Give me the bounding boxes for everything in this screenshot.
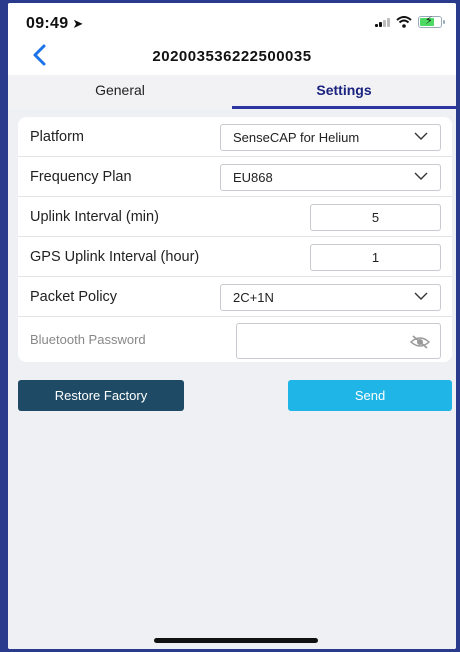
phone-screen: 09:49 ➤ ⚡ 202003536222500035 General Sett… bbox=[8, 3, 456, 649]
settings-form: Platform SenseCAP for Helium Frequency P… bbox=[18, 117, 452, 362]
packet-policy-label: Packet Policy bbox=[30, 289, 118, 305]
chevron-down-icon bbox=[414, 172, 428, 180]
packet-policy-select[interactable]: 2C+1N bbox=[220, 284, 441, 311]
wifi-icon bbox=[396, 16, 412, 28]
nav-bar: 202003536222500035 bbox=[8, 39, 456, 75]
bluetooth-password-input[interactable] bbox=[236, 323, 441, 359]
signal-icon bbox=[375, 17, 390, 27]
frequency-plan-row: Frequency Plan EU868 bbox=[18, 157, 452, 197]
bluetooth-password-row: Bluetooth Password bbox=[18, 317, 452, 362]
chevron-down-icon bbox=[414, 292, 428, 300]
gps-uplink-interval-label: GPS Uplink Interval (hour) bbox=[30, 249, 200, 265]
platform-label: Platform bbox=[30, 129, 84, 145]
page-title: 202003536222500035 bbox=[152, 48, 312, 65]
tab-general[interactable]: General bbox=[8, 75, 232, 109]
chevron-down-icon bbox=[414, 132, 428, 140]
location-arrow-icon: ➤ bbox=[72, 16, 84, 31]
platform-select[interactable]: SenseCAP for Helium bbox=[220, 124, 441, 151]
packet-policy-row: Packet Policy 2C+1N bbox=[18, 277, 452, 317]
status-time: 09:49 ➤ bbox=[26, 15, 84, 32]
settings-content: Platform SenseCAP for Helium Frequency P… bbox=[8, 109, 456, 649]
restore-factory-button[interactable]: Restore Factory bbox=[18, 380, 184, 411]
platform-value: SenseCAP for Helium bbox=[233, 130, 360, 145]
uplink-interval-row: Uplink Interval (min) 5 bbox=[18, 197, 452, 237]
tab-bar: General Settings bbox=[8, 75, 456, 109]
gps-uplink-interval-row: GPS Uplink Interval (hour) 1 bbox=[18, 237, 452, 277]
home-indicator bbox=[154, 638, 318, 643]
packet-policy-value: 2C+1N bbox=[233, 290, 274, 305]
frequency-plan-value: EU868 bbox=[233, 170, 273, 185]
eye-off-icon[interactable] bbox=[410, 334, 430, 350]
uplink-interval-label: Uplink Interval (min) bbox=[30, 209, 159, 225]
frequency-plan-label: Frequency Plan bbox=[30, 169, 132, 185]
frequency-plan-select[interactable]: EU868 bbox=[220, 164, 441, 191]
gps-uplink-interval-input[interactable]: 1 bbox=[310, 244, 441, 271]
status-icons: ⚡ bbox=[375, 15, 445, 28]
uplink-interval-input[interactable]: 5 bbox=[310, 204, 441, 231]
bluetooth-password-label: Bluetooth Password bbox=[30, 332, 146, 347]
tab-settings[interactable]: Settings bbox=[232, 75, 456, 109]
send-button[interactable]: Send bbox=[288, 380, 452, 411]
platform-row: Platform SenseCAP for Helium bbox=[18, 117, 452, 157]
battery-charging-icon: ⚡ bbox=[418, 15, 445, 28]
status-bar: 09:49 ➤ ⚡ bbox=[8, 3, 456, 39]
